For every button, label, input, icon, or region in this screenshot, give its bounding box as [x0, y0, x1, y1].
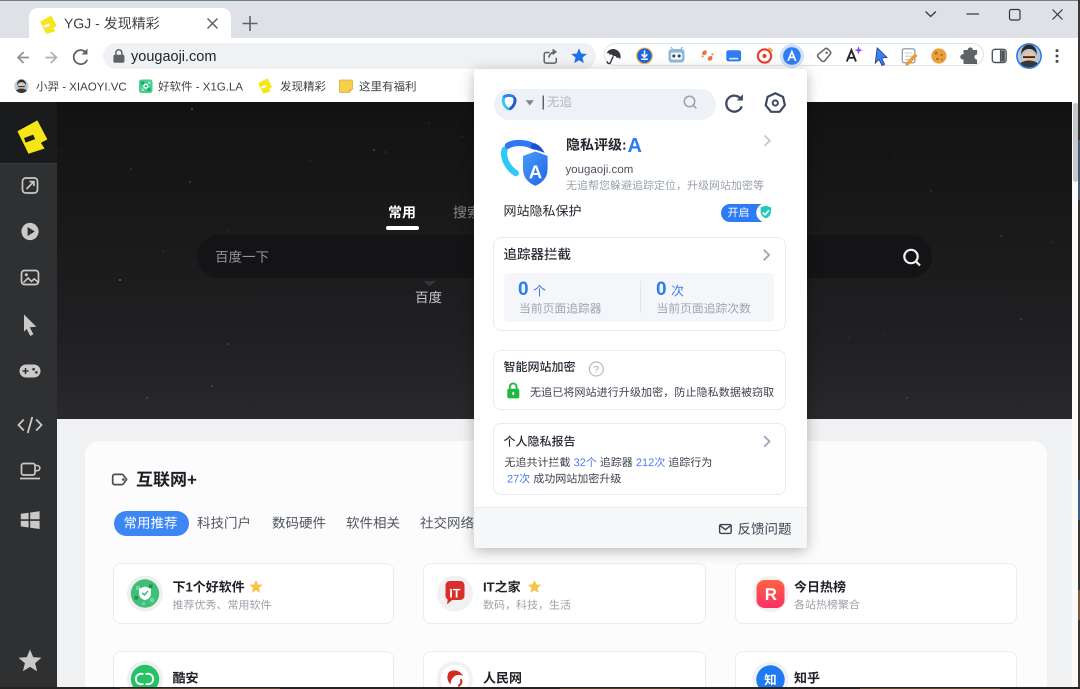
svg-text:?: ?: [594, 365, 599, 376]
